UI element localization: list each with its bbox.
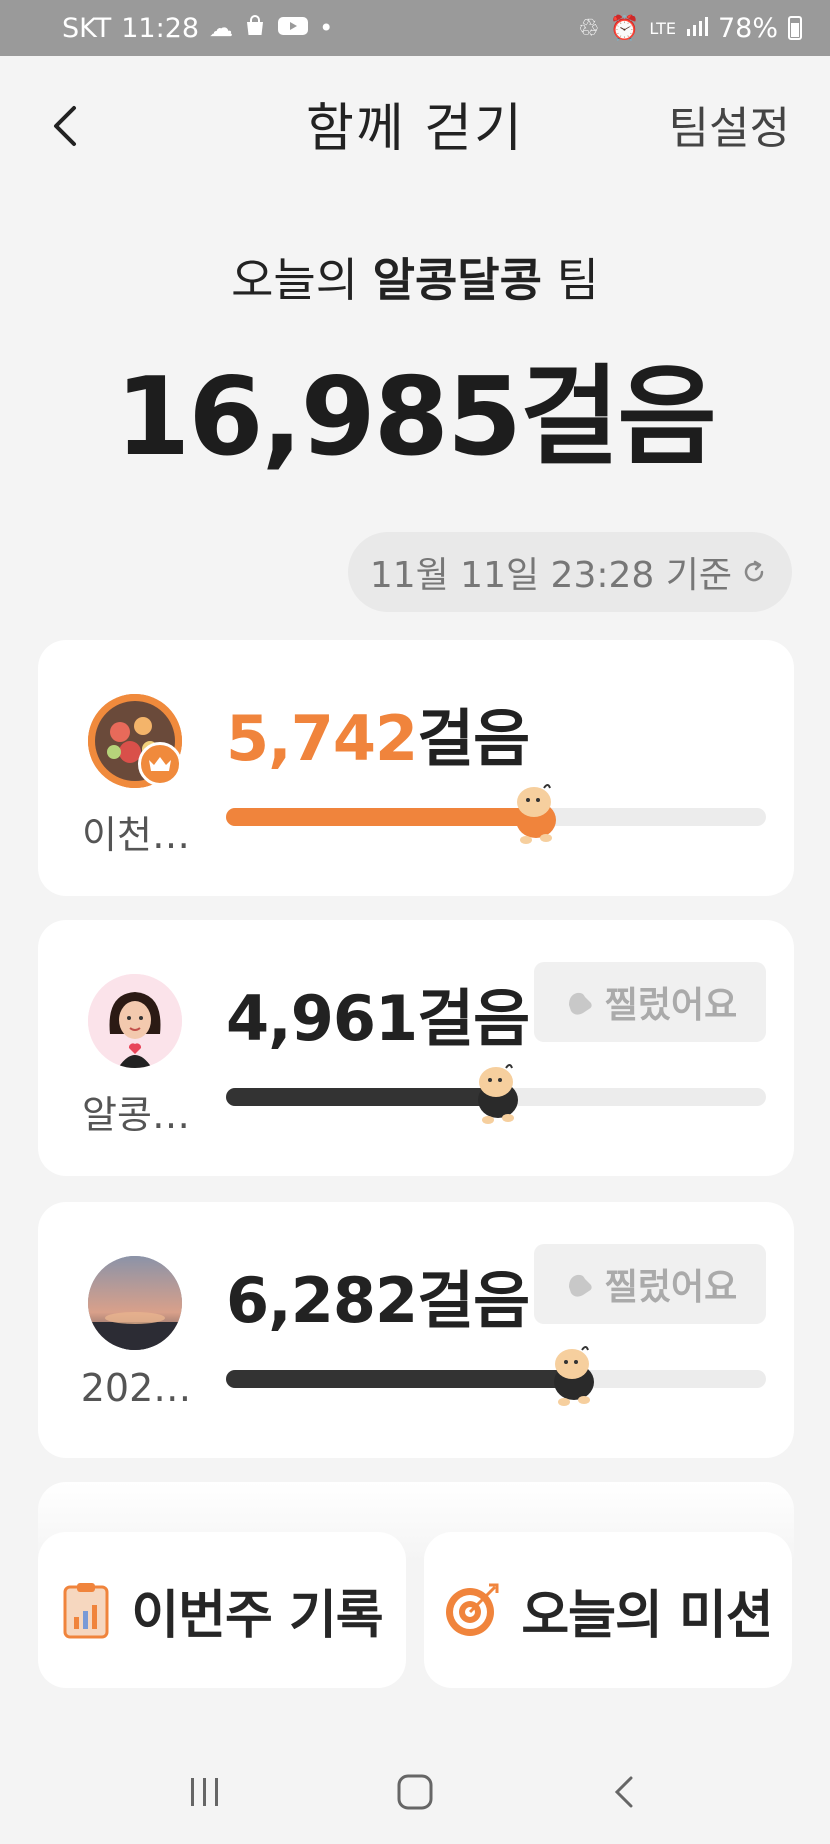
back-icon: [614, 1776, 633, 1808]
walker-mascot-icon: [515, 784, 556, 844]
status-bar-right: ♲ ⏰ LTE 78%: [578, 13, 802, 44]
avatar: [88, 974, 182, 1068]
team-title: 오늘의 알콩달콩 팀: [0, 244, 830, 310]
shopping-bag-icon: [243, 14, 267, 42]
today-mission-label: 오늘의 미션: [521, 1585, 773, 1646]
team-total-steps: 16,985걸음: [115, 355, 716, 480]
recycle-icon: ♲: [577, 14, 600, 42]
team-name: 알콩달콩: [372, 253, 542, 307]
home-icon: [397, 1774, 433, 1810]
sunset-photo: [88, 1256, 182, 1350]
member-steps-unit: 걸음: [417, 982, 530, 1055]
alarm-icon: ⏰: [609, 14, 640, 42]
target-icon: [446, 1583, 499, 1636]
youtube-icon: [277, 14, 309, 42]
battery-icon: [788, 16, 802, 40]
member-steps: 4,961걸음: [226, 968, 530, 1058]
poke-button-label: 찔렀어요: [604, 985, 738, 1026]
member-steps: 6,282걸음: [226, 1250, 530, 1340]
clock-text: 11:28: [121, 12, 200, 44]
leader-crown-badge: [138, 742, 182, 786]
member-card[interactable]: 알콩… 4,961걸음 찔렀어요: [38, 920, 794, 1176]
system-back-button[interactable]: [595, 1762, 655, 1822]
walker-mascot-icon: [553, 1346, 594, 1406]
member-steps-number: 5,742: [226, 702, 418, 775]
member-steps-unit: 걸음: [417, 1264, 530, 1337]
poke-hand-icon: [568, 1274, 592, 1297]
progress-track: [226, 1346, 766, 1406]
team-title-prefix: 오늘의: [231, 253, 373, 307]
poke-hand-icon: [568, 992, 592, 1015]
cloud-icon: ☁: [209, 14, 234, 42]
network-type: LTE: [649, 18, 676, 38]
poke-button[interactable]: 찔렀어요: [534, 1244, 766, 1324]
refresh-timestamp-button[interactable]: 11월 11일 23:28 기준: [347, 532, 792, 612]
clipboard-chart-icon: [63, 1583, 109, 1639]
timestamp-text: 11월 11일 23:28 기준: [369, 555, 732, 596]
team-settings-button[interactable]: 팀설정: [669, 92, 790, 156]
weekly-record-button[interactable]: 이번주 기록: [38, 1532, 406, 1688]
member-name: 알콩…: [82, 1093, 190, 1137]
member-card[interactable]: 202… 6,282걸음 찔렀어요: [38, 1202, 794, 1458]
progress-track: [226, 784, 766, 844]
progress-fill: [226, 1088, 496, 1106]
progress-track: [226, 1064, 766, 1124]
weekly-record-label: 이번주 기록: [131, 1585, 383, 1646]
carrier-text: SKT: [62, 12, 112, 44]
status-bar: SKT 11:28 ☁ • ♲ ⏰ LTE 78%: [0, 0, 830, 56]
member-card[interactable]: 이천… 5,742걸음: [38, 640, 794, 896]
poke-button-label: 찔렀어요: [604, 1267, 738, 1308]
team-title-suffix: 팀: [541, 253, 599, 307]
member-steps-unit: 걸음: [417, 702, 530, 775]
progress-fill: [226, 1370, 572, 1388]
home-button[interactable]: [385, 1762, 445, 1822]
member-steps: 5,742걸음: [226, 688, 530, 778]
avatar: [88, 1256, 182, 1350]
system-nav-bar: [0, 1740, 830, 1844]
recent-apps-icon: [191, 1778, 218, 1806]
member-steps-number: 4,961: [226, 982, 418, 1055]
avatar-portrait: [88, 974, 182, 1068]
member-steps-number: 6,282: [226, 1264, 418, 1337]
progress-fill: [226, 808, 534, 826]
member-name: 202…: [80, 1366, 192, 1410]
today-mission-button[interactable]: 오늘의 미션: [424, 1532, 792, 1688]
signal-icon: [686, 15, 708, 41]
status-bar-left: SKT 11:28 ☁ •: [62, 13, 333, 44]
dot-icon: •: [319, 14, 334, 42]
recent-apps-button[interactable]: [175, 1762, 235, 1822]
poke-button[interactable]: 찔렀어요: [534, 962, 766, 1042]
battery-percent: 78%: [717, 12, 778, 44]
walker-mascot-icon: [478, 1064, 518, 1124]
refresh-icon: [744, 560, 764, 582]
crown-icon: [149, 757, 171, 771]
member-name: 이천…: [82, 813, 190, 857]
app-header: 함께 걷기 팀설정: [0, 56, 830, 190]
